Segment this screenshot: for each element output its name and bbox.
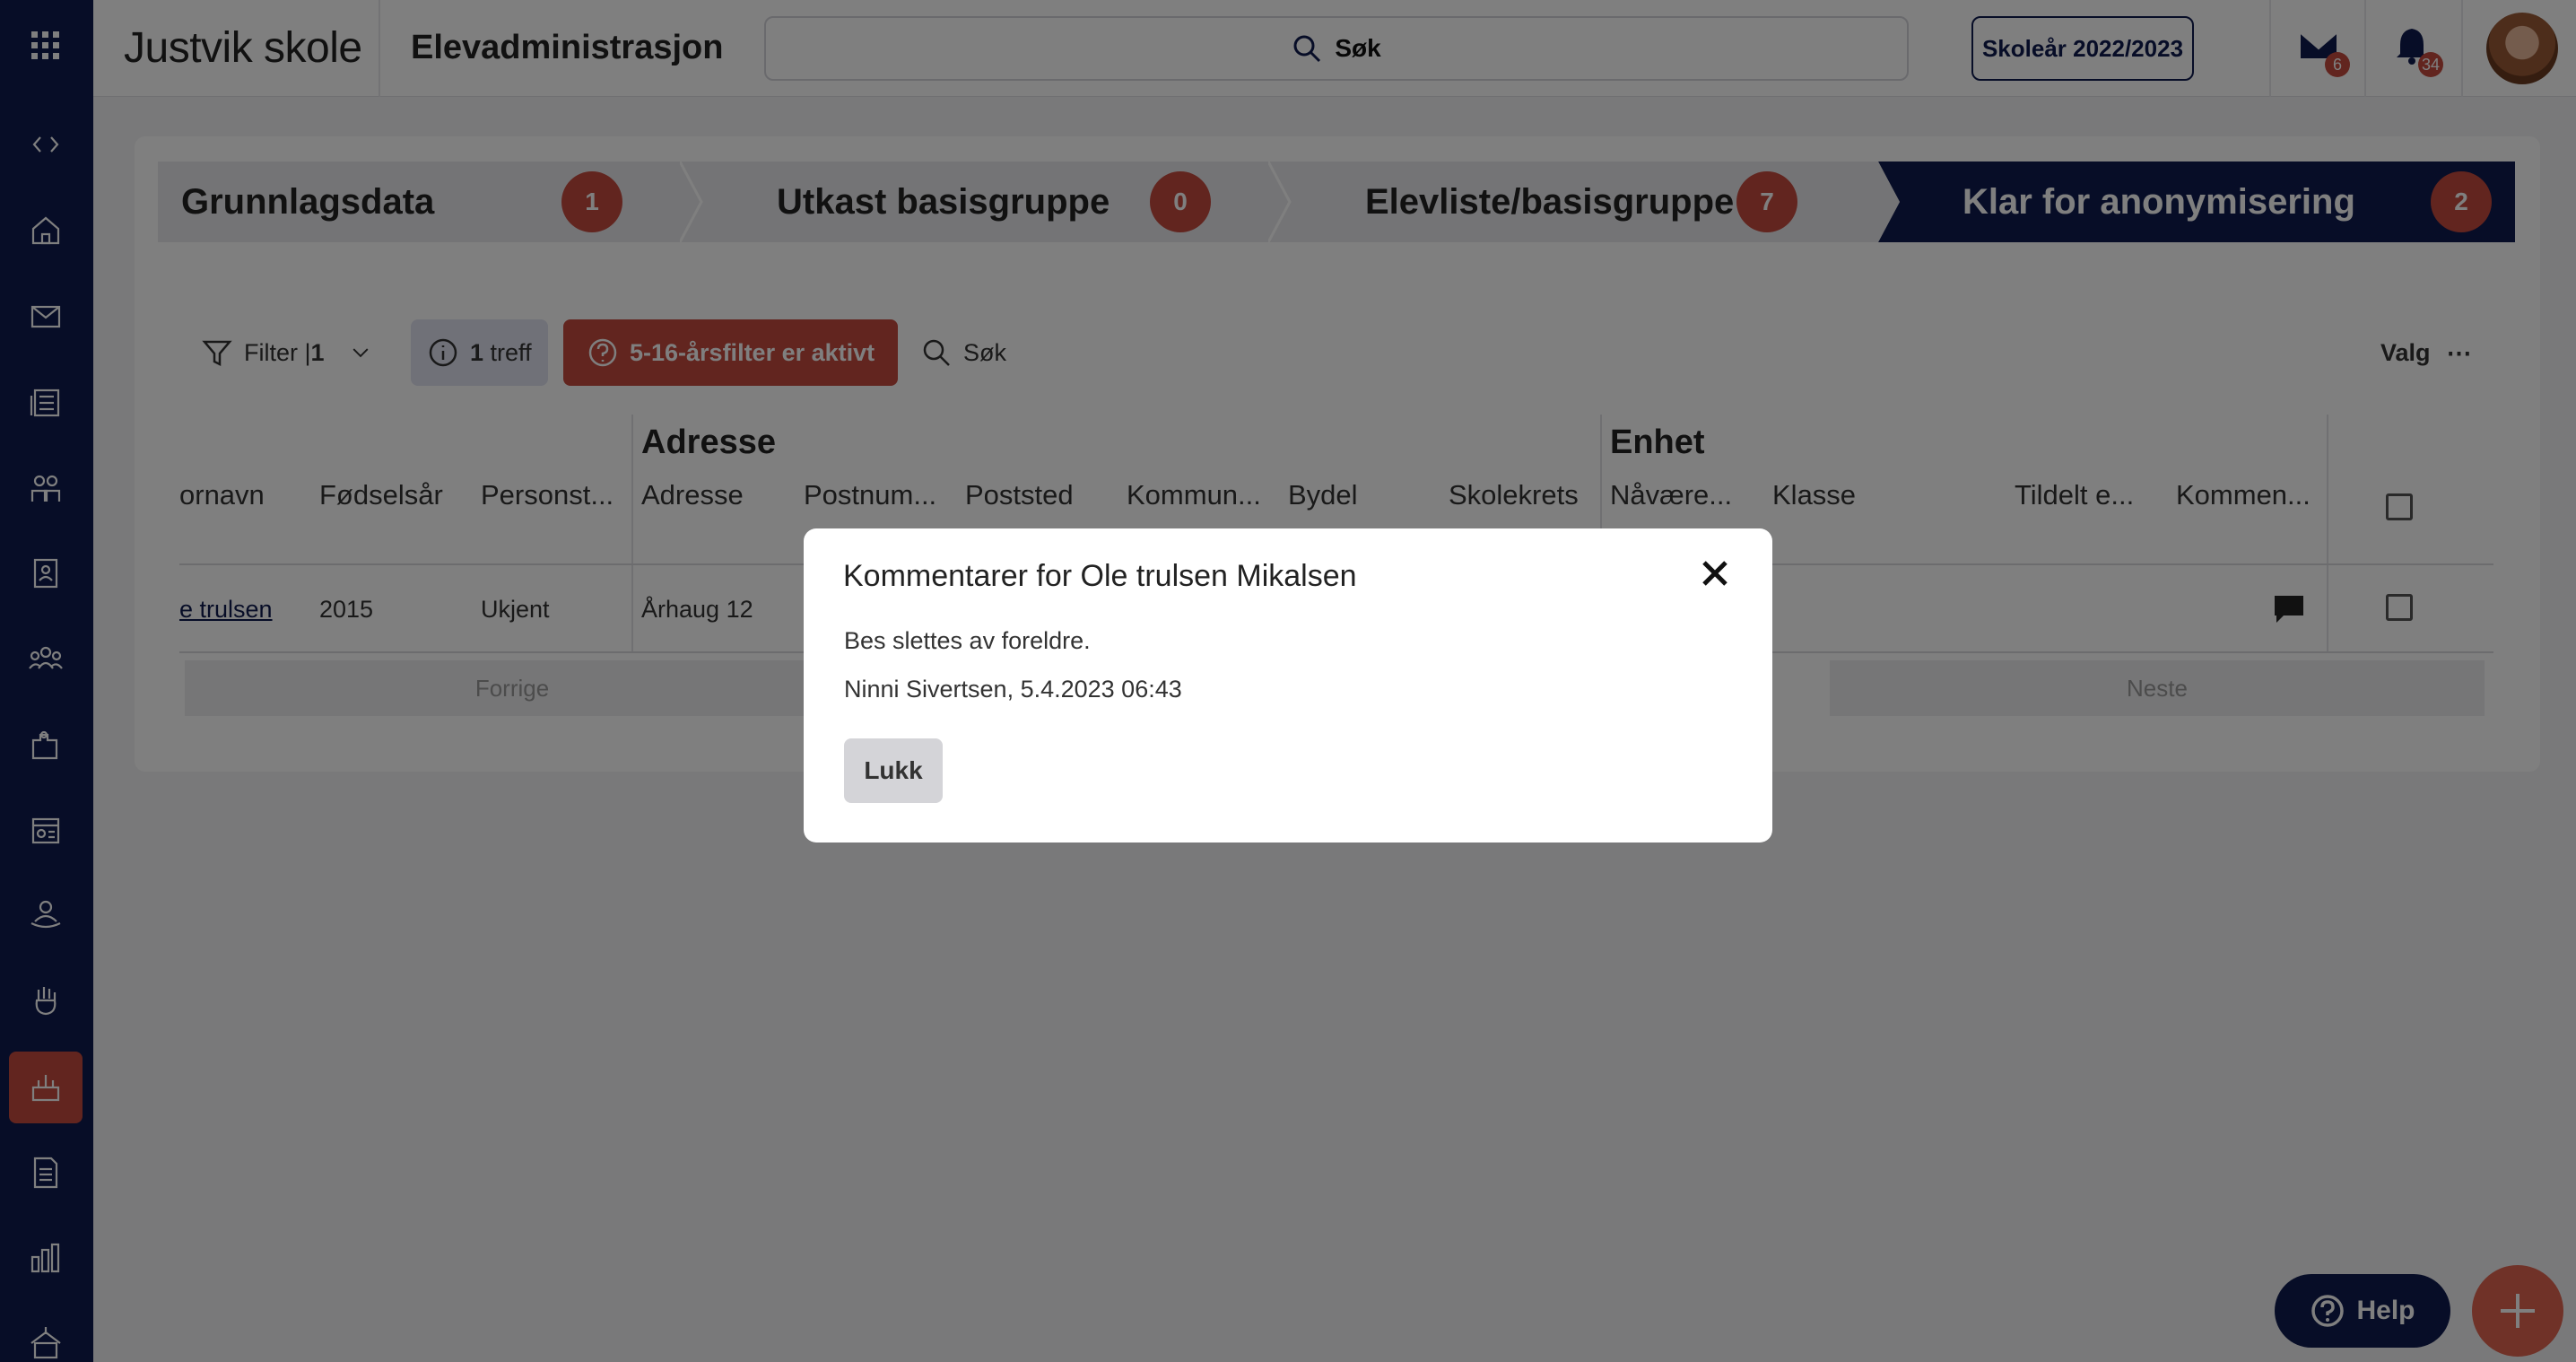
close-modal-button[interactable]: Lukk	[844, 738, 943, 803]
comment-text: Bes slettes av foreldre.	[844, 627, 1091, 654]
close-icon[interactable]	[1697, 555, 1733, 591]
modal-title: Kommentarer for Ole trulsen Mikalsen	[843, 559, 1357, 593]
comment-author-date: Ninni Sivertsen, 5.4.2023 06:43	[844, 676, 1182, 703]
comments-modal: Kommentarer for Ole trulsen Mikalsen Bes…	[804, 528, 1772, 843]
